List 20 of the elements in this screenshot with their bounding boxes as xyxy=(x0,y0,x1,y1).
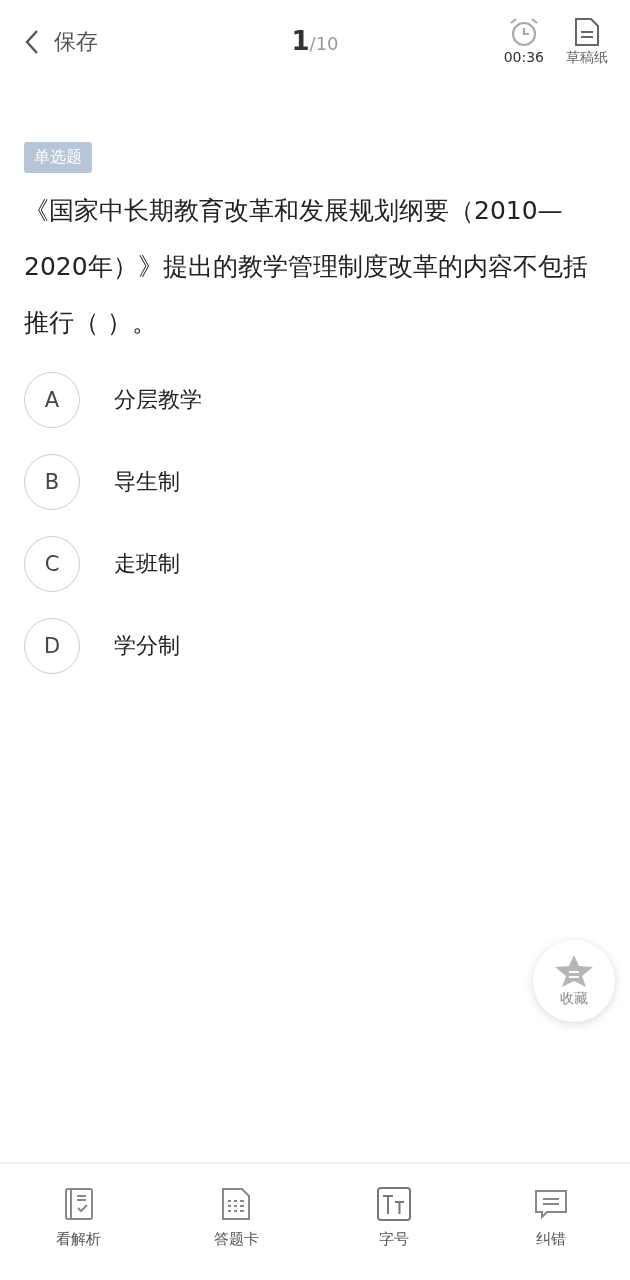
star-icon xyxy=(553,954,595,988)
toolbar-button[interactable]: 纠错 xyxy=(472,1164,630,1280)
toolbar-button[interactable]: 字号 xyxy=(315,1164,473,1280)
toolbar-button[interactable]: 看解析 xyxy=(0,1164,158,1280)
question-total: /10 xyxy=(309,33,339,54)
question-type-tag: 单选题 xyxy=(24,142,92,173)
answer-option[interactable]: A 分层教学 xyxy=(24,359,606,441)
question-number: 1 xyxy=(291,26,310,56)
answer-option[interactable]: D 学分制 xyxy=(24,605,606,687)
font-size-icon xyxy=(375,1186,412,1222)
answer-option[interactable]: B 导生制 xyxy=(24,441,606,523)
question-text: 《国家中长期教育改革和发展规划纲要（2010—2020年）》提出的教学管理制度改革的内容不包括推行（ ）。 xyxy=(24,195,589,339)
back-icon xyxy=(24,29,40,55)
back-button[interactable]: 保存 xyxy=(24,27,98,57)
toolbar-button[interactable]: 答题卡 xyxy=(157,1164,315,1280)
timer-text: 00:36 xyxy=(503,49,544,65)
favorite-button[interactable]: 收藏 xyxy=(533,940,615,1022)
document-icon xyxy=(573,17,601,47)
answer-option[interactable]: C 走班制 xyxy=(24,523,606,605)
scratch-paper-button[interactable]: 草稿纸 xyxy=(566,17,608,67)
